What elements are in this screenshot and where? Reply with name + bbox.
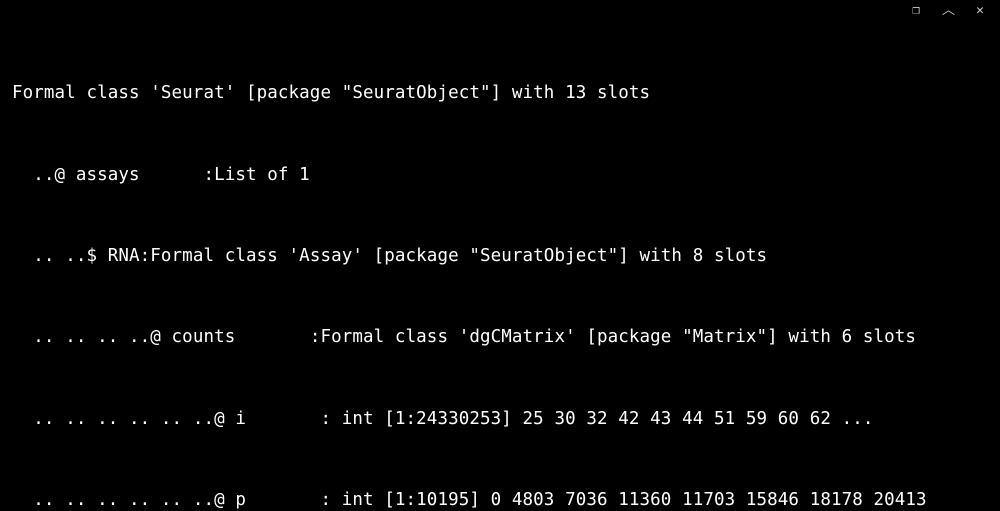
terminal-line: ..@ assays :List of 1: [12, 162, 988, 189]
terminal-line: .. .. .. .. .. ..@ p : int [1:10195] 0 4…: [12, 487, 988, 511]
window-titlebar: ❐ ︿ ✕: [0, 0, 1000, 22]
terminal-line: Formal class 'Seurat' [package "SeuratOb…: [12, 80, 988, 107]
new-tab-icon[interactable]: ❐: [910, 1, 922, 21]
terminal-output[interactable]: Formal class 'Seurat' [package "SeuratOb…: [0, 22, 1000, 511]
terminal-line: .. ..$ RNA:Formal class 'Assay' [package…: [12, 243, 988, 270]
caret-up-icon[interactable]: ︿: [942, 1, 954, 21]
close-icon[interactable]: ✕: [974, 1, 986, 21]
terminal-line: .. .. .. ..@ counts :Formal class 'dgCMa…: [12, 324, 988, 351]
terminal-line: .. .. .. .. .. ..@ i : int [1:24330253] …: [12, 406, 988, 433]
